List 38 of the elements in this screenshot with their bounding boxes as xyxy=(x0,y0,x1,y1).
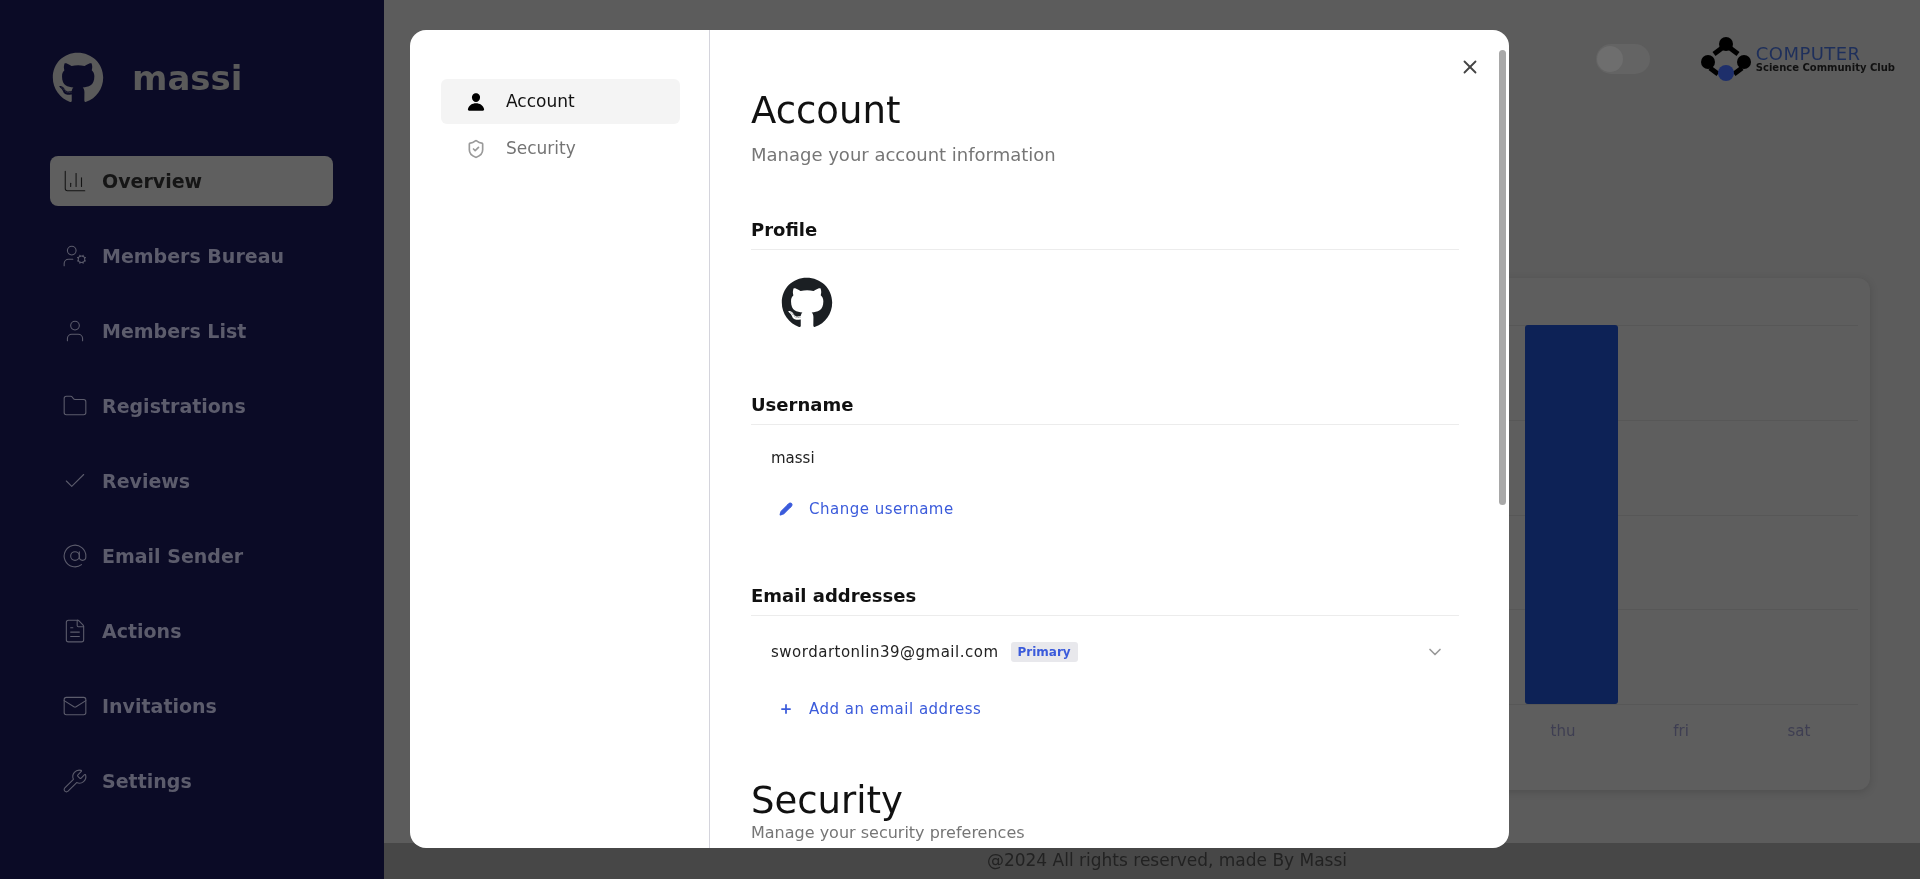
sidebar-item[interactable]: Actions xyxy=(50,606,333,656)
sidebar-item[interactable]: Invitations xyxy=(50,681,333,731)
plus-icon xyxy=(779,702,793,717)
brand-name: massi xyxy=(132,56,243,100)
section-subtitle: Manage your security preferences xyxy=(751,822,1026,843)
dialog-subtitle: Manage your account information xyxy=(751,143,1057,167)
section-heading: Email addresses xyxy=(751,584,918,608)
logo-subtitle: Science Community Club xyxy=(1755,63,1895,73)
sidebar-item[interactable]: Email Sender xyxy=(50,531,333,581)
logo-icon xyxy=(1699,36,1752,82)
avatar-icon xyxy=(52,52,104,104)
section-heading: Username xyxy=(751,393,855,417)
dialog-nav-item[interactable]: Account xyxy=(441,79,680,124)
sidebar-item[interactable]: Settings xyxy=(50,756,333,806)
section-title: Security xyxy=(751,778,904,823)
person-icon xyxy=(466,91,486,112)
logo-title: COMPUTER xyxy=(1755,45,1861,63)
at-sign-icon xyxy=(62,543,88,569)
dialog-nav-item[interactable]: Security xyxy=(441,126,680,171)
dialog-title: Account xyxy=(751,88,902,134)
sidebar-item[interactable]: Members Bureau xyxy=(50,231,333,281)
pencil-icon xyxy=(779,501,793,516)
email-address: swordartonlin39@gmail.com xyxy=(771,641,999,663)
sidebar-item[interactable]: Registrations xyxy=(50,381,333,431)
person-icon xyxy=(62,243,88,269)
username-value: massi xyxy=(771,448,816,469)
bar-chart-icon xyxy=(62,168,88,194)
change-username-link[interactable]: Change username xyxy=(779,497,954,520)
sidebar-item[interactable]: Overview xyxy=(50,156,333,206)
sidebar-item[interactable]: Members List xyxy=(50,306,333,356)
sidebar-item[interactable]: Reviews xyxy=(50,456,333,506)
shield-check-icon xyxy=(466,138,486,159)
primary-badge: Primary xyxy=(1010,642,1078,662)
section-heading: Profile xyxy=(751,218,819,242)
avatar-icon xyxy=(781,277,833,329)
wrench-icon xyxy=(62,768,88,794)
add-email-link[interactable]: Add an email address xyxy=(779,698,982,721)
email-row[interactable]: swordartonlin39@gmail.com Primary xyxy=(771,636,1445,668)
